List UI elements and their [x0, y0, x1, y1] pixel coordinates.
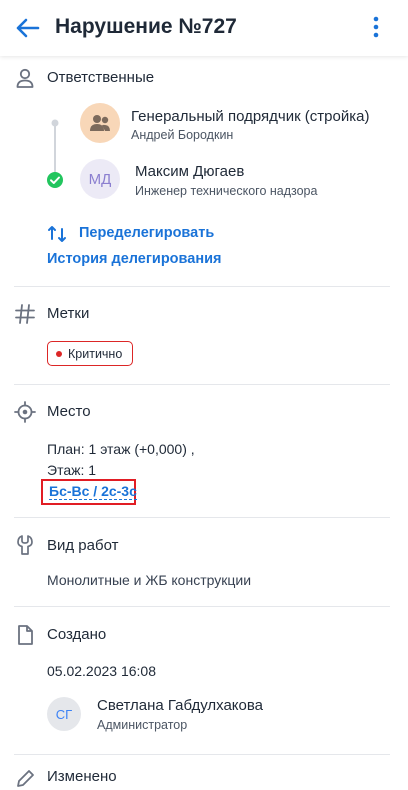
work-type-section-title: Вид работ	[47, 537, 119, 554]
divider	[14, 754, 390, 755]
group-avatar-icon	[80, 103, 120, 143]
document-icon	[18, 625, 33, 645]
tag-dot	[56, 351, 62, 357]
avatar: СГ	[47, 697, 81, 731]
location-crosshair-icon	[14, 401, 36, 423]
avatar-initials: МД	[88, 170, 112, 188]
tags-section-title: Метки	[47, 305, 90, 322]
divider	[14, 286, 390, 287]
critical-tag: Критично	[47, 341, 134, 366]
place-plan: План: 1 этаж (+0,000) ,	[47, 441, 195, 457]
avatar-initials: СГ	[55, 706, 73, 722]
axes-highlight-box: Бс-Вс / 2с-3с	[41, 479, 137, 505]
place-section-title: Место	[47, 403, 91, 420]
back-arrow-icon[interactable]	[14, 16, 40, 40]
divider	[14, 517, 390, 518]
wrench-icon	[17, 535, 33, 555]
divider	[14, 384, 390, 385]
responsible-subtitle: Андрей Бородкин	[131, 128, 234, 142]
created-user-role: Администратор	[97, 718, 188, 732]
responsible-name: Генеральный подрядчик (стройка)	[131, 108, 370, 125]
divider	[14, 606, 390, 607]
redelegate-button[interactable]: Переделегировать	[79, 225, 214, 241]
avatar	[80, 103, 120, 143]
work-type-value: Монолитные и ЖБ конструкции	[47, 572, 252, 588]
axes-link[interactable]: Бс-Вс / 2с-3с	[49, 484, 137, 500]
avatar: МД	[80, 159, 120, 199]
person-icon	[16, 68, 34, 88]
app-header: Нарушение №727	[0, 0, 408, 56]
place-floor: Этаж: 1	[47, 462, 97, 478]
hashtag-icon	[15, 304, 35, 324]
responsible-section-title: Ответственные	[47, 69, 155, 86]
created-user-name: Светлана Габдулхакова	[97, 697, 264, 714]
tag-label: Критично	[68, 347, 123, 361]
more-options-icon[interactable]	[366, 15, 386, 39]
delegation-history-link[interactable]: История делегирования	[47, 251, 221, 267]
redelegate-icon[interactable]	[47, 224, 67, 244]
changed-section-title: Изменено	[47, 768, 117, 785]
responsible-name: Максим Дюгаев	[135, 163, 245, 180]
check-circle-icon	[47, 172, 63, 188]
created-datetime: 05.02.2023 16:08	[47, 663, 156, 679]
responsible-subtitle: Инженер технического надзора	[135, 184, 318, 198]
pencil-icon	[17, 770, 34, 787]
page-title: Нарушение №727	[55, 15, 237, 38]
created-section-title: Создано	[47, 626, 107, 643]
